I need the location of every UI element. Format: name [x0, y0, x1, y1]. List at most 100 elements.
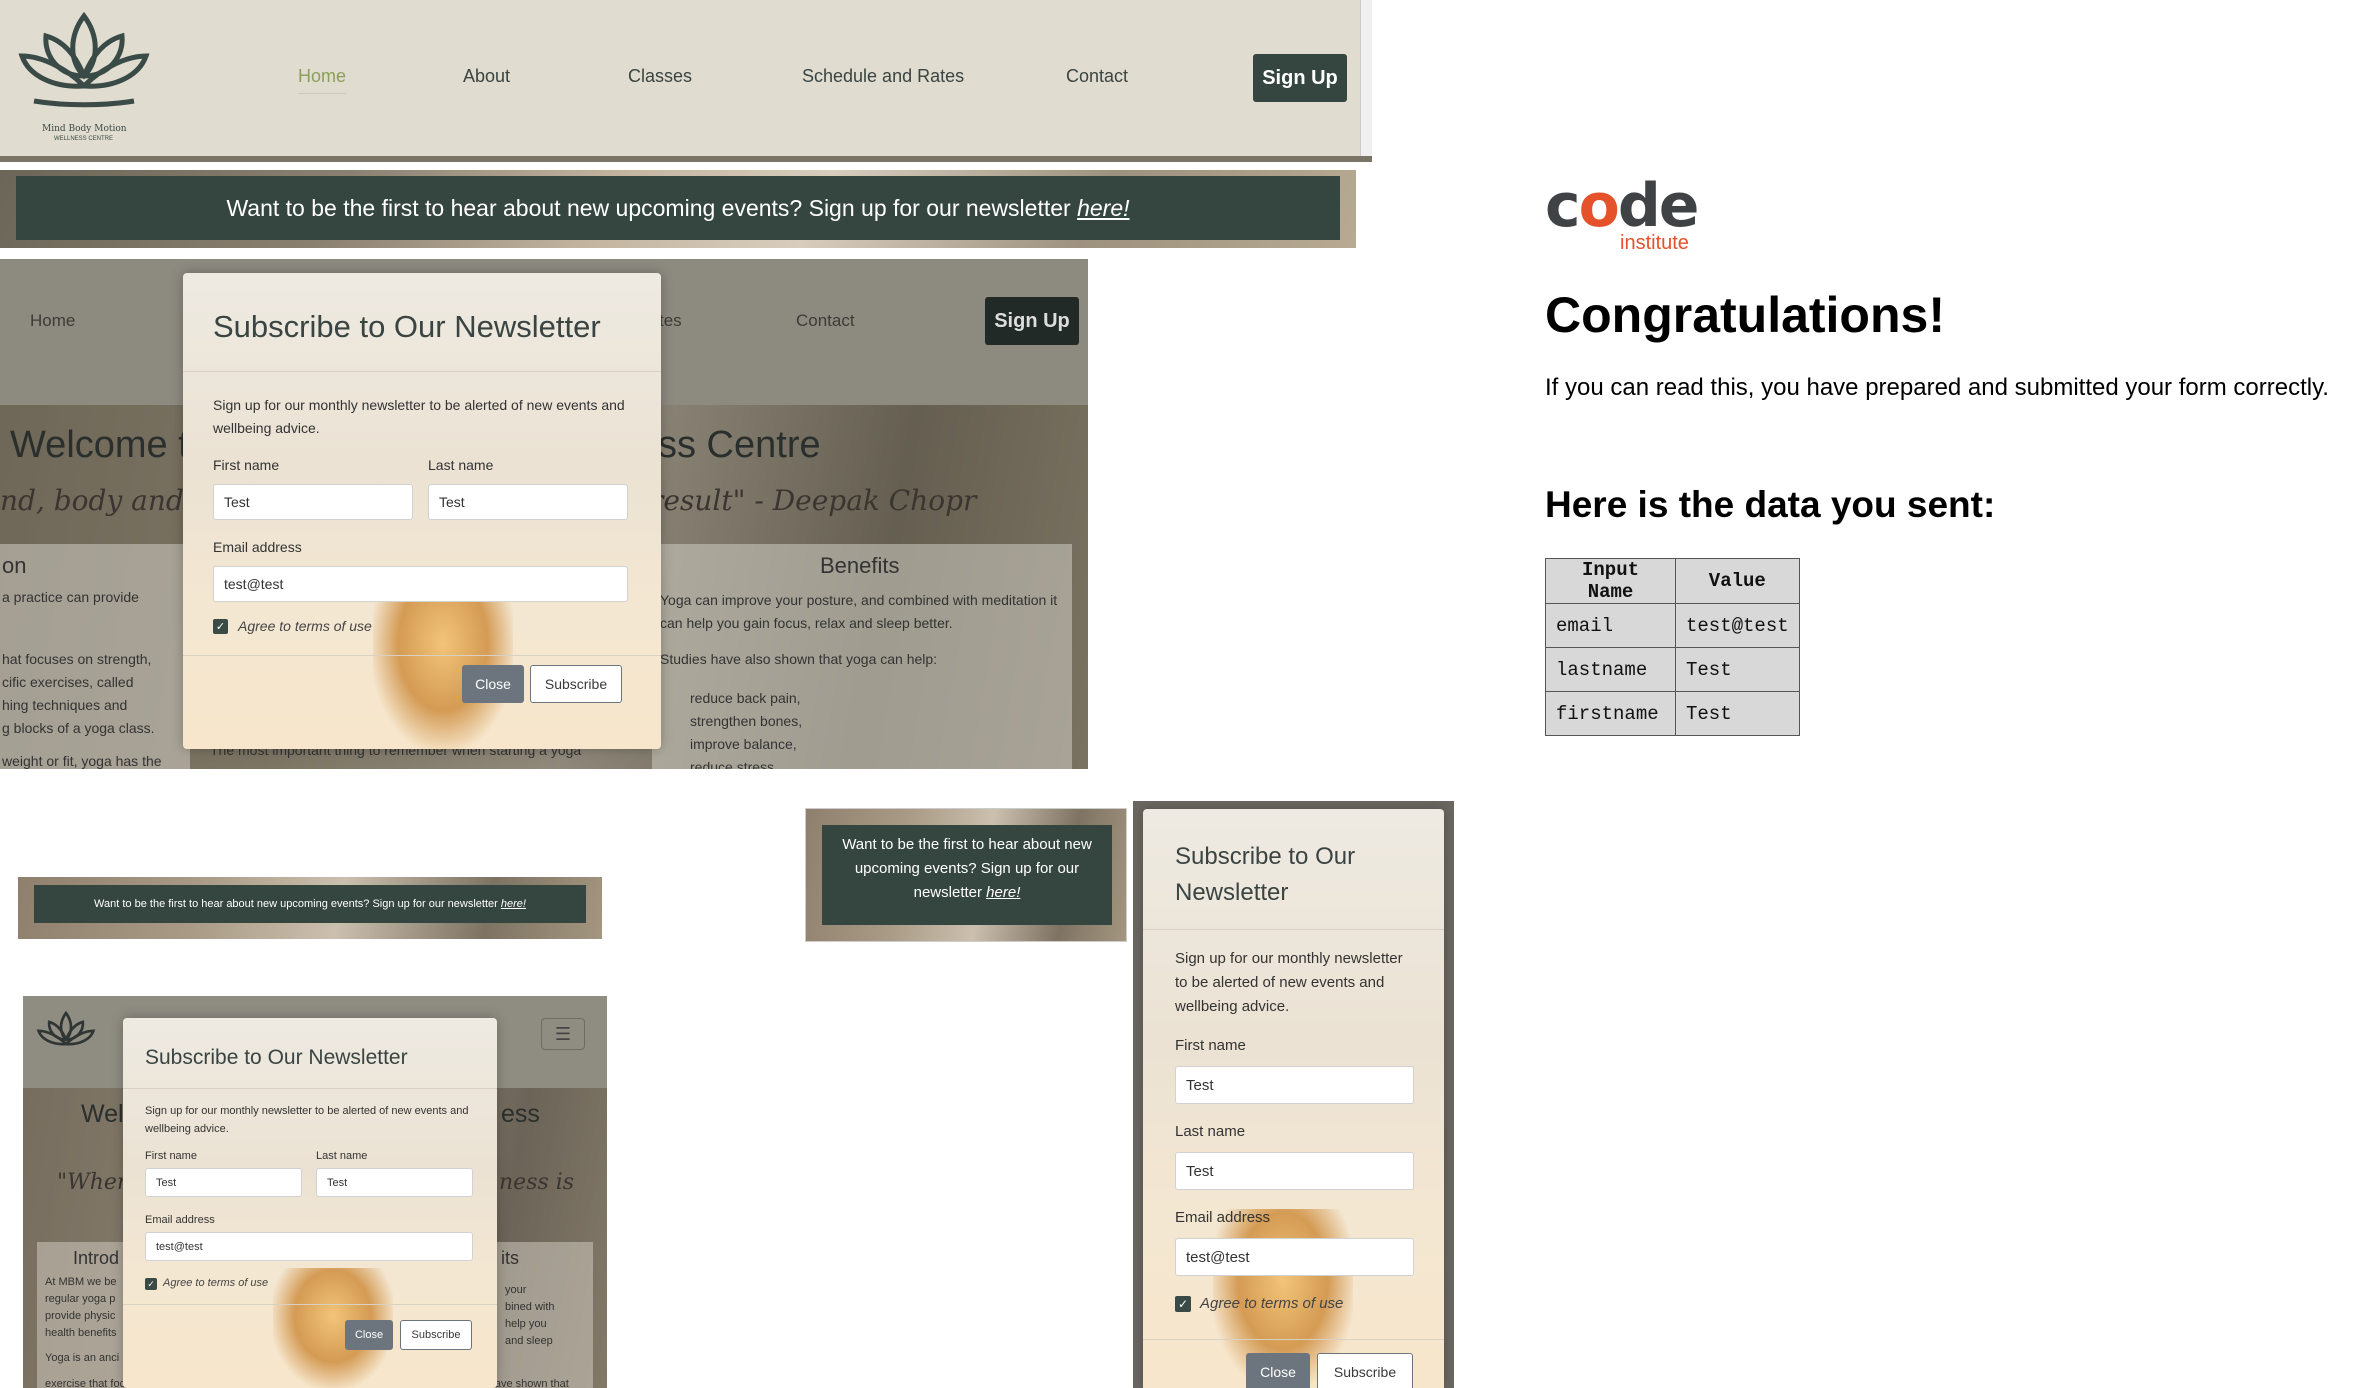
sm-intro-p-2: regular yoga p [45, 1293, 116, 1305]
table-row: firstname Test [1545, 691, 1800, 736]
first-name-label-small: First name [145, 1150, 197, 1162]
bg-nav-home: Home [30, 311, 76, 330]
close-button-small[interactable]: Close [345, 1320, 393, 1350]
modal-description-small: Sign up for our monthly newsletter to be… [145, 1105, 469, 1135]
table-cell: Test [1675, 647, 1800, 692]
bg-left-heading: on [2, 553, 27, 578]
bg-left-p1: a practice can provide [2, 589, 139, 605]
logo-subtext: WELLNESS CENTRE [54, 136, 114, 142]
bg-left-p2c: hing techniques and [2, 697, 128, 713]
sm-ben-line-3: help you [505, 1318, 547, 1330]
email-input-small[interactable]: test@test [145, 1232, 473, 1261]
modal-description-mobile: Sign up for our monthly newsletter to be… [1175, 950, 1403, 1015]
banner-mobile-link[interactable]: here! [986, 884, 1020, 901]
last-name-input[interactable]: Test [428, 484, 628, 520]
terms-label-small: Agree to terms of use [163, 1277, 269, 1289]
table-header: Input Name [1545, 558, 1676, 604]
close-button[interactable]: Close [462, 665, 524, 703]
terms-checkbox-small[interactable]: ✓ [145, 1278, 157, 1290]
mobile-banner-screenshot: Want to be the first to hear about new u… [805, 808, 1127, 942]
ci-logo-code: code [1545, 171, 1699, 241]
sm-ben-line-1: your [505, 1284, 527, 1296]
newsletter-modal-small: Subscribe to Our Newsletter Sign up for … [123, 1018, 497, 1388]
bg-benefits-li1: reduce back pain, [690, 690, 801, 706]
sm-intro-p-1: At MBM we be [45, 1276, 117, 1288]
last-name-input-mobile[interactable]: Test [1175, 1152, 1414, 1190]
tablet-modal-screenshot: ☰ Wel ess "When y ness is Introd At MBM … [23, 996, 607, 1388]
nav-contact[interactable]: Contact [1066, 66, 1128, 87]
bg-benefits-li3: improve balance, [690, 736, 797, 752]
bg-left-p2b: cific exercises, called [2, 674, 134, 690]
sm-quote-right: ness is [499, 1170, 575, 1195]
terms-label: Agree to terms of use [238, 618, 372, 634]
bg-benefits-heading: Benefits [820, 553, 900, 578]
ci-logo-institute: institute [1620, 232, 1689, 254]
table-cell: test@test [1675, 603, 1800, 648]
last-name-input-small[interactable]: Test [316, 1168, 473, 1197]
first-name-label: First name [213, 457, 280, 473]
close-button-mobile[interactable]: Close [1246, 1353, 1310, 1388]
hamburger-menu-icon[interactable]: ☰ [541, 1018, 585, 1050]
sm-welcome-right: ess [501, 1100, 540, 1128]
nav-schedule[interactable]: Schedule and Rates [802, 66, 964, 87]
first-name-input-small[interactable]: Test [145, 1168, 302, 1197]
bg-signup: Sign Up [985, 297, 1079, 345]
table-row: lastname Test [1545, 647, 1800, 692]
terms-checkbox-mobile[interactable]: ✓ [1175, 1296, 1191, 1312]
subscribe-button-small[interactable]: Subscribe [400, 1320, 472, 1350]
bg-nav-contact: Contact [796, 311, 855, 330]
logo-text: Mind Body Motion [42, 124, 127, 134]
scrollbar[interactable] [1360, 0, 1372, 156]
sm-welcome-left: Wel [81, 1100, 124, 1128]
newsletter-modal-mobile: Subscribe to Our Newsletter Sign up for … [1143, 809, 1444, 1388]
sm-intro-p2: Yoga is an anci [45, 1352, 120, 1364]
banner-mobile-text: Want to be the first to hear about new u… [842, 836, 1092, 901]
banner-text: Want to be the first to hear about new u… [226, 194, 1078, 221]
ci-message: If you can read this, you have prepared … [1545, 374, 2329, 401]
bg-benefits-li2: strengthen bones, [690, 713, 803, 729]
mobile-modal-screenshot: Subscribe to Our Newsletter Sign up for … [1133, 801, 1454, 1388]
subscribe-button[interactable]: Subscribe [530, 665, 622, 703]
last-name-label-small: Last name [316, 1150, 368, 1162]
bg-benefits-p2: Studies have also shown that yoga can he… [660, 651, 938, 667]
email-label-small: Email address [145, 1214, 215, 1226]
subscribe-button-mobile[interactable]: Subscribe [1317, 1353, 1413, 1388]
bg-benefits-p1: Yoga can improve your posture, and combi… [660, 592, 1058, 631]
table-cell: lastname [1545, 647, 1676, 692]
lotus-logo-icon [18, 11, 150, 108]
modal-title-small: Subscribe to Our Newsletter [145, 1046, 408, 1069]
sm-intro-heading: Introd [73, 1248, 120, 1268]
sm-ben-line-4: and sleep [505, 1335, 553, 1347]
bg-nav-classes: tes [659, 311, 682, 330]
email-label-mobile: Email address [1175, 1209, 1271, 1226]
nav-about[interactable]: About [463, 66, 510, 87]
bg-welcome-left: Welcome t [10, 424, 189, 466]
terms-label-mobile: Agree to terms of use [1200, 1295, 1344, 1312]
ci-data-table: Input Name Value email test@test lastnam… [1545, 558, 1800, 736]
terms-checkbox[interactable]: ✓ [213, 619, 228, 634]
nav-home[interactable]: Home [298, 66, 347, 94]
banner-small-text: Want to be the first to hear about new u… [94, 898, 501, 910]
modal-title: Subscribe to Our Newsletter [213, 309, 601, 344]
banner-link[interactable]: here! [1077, 195, 1129, 222]
email-input[interactable]: test@test [213, 566, 628, 602]
email-input-mobile[interactable]: test@test [1175, 1238, 1414, 1276]
logo[interactable]: Mind Body Motion WELLNESS CENTRE [14, 6, 154, 148]
nav-classes[interactable]: Classes [628, 66, 692, 87]
modal-title-mobile-l2: Newsletter [1175, 879, 1289, 906]
newsletter-banner-mobile: Want to be the first to hear about new u… [822, 825, 1112, 925]
small-logo-icon [36, 1010, 96, 1046]
desktop-modal-screenshot: Home tes Contact Sign Up Welcome t ss Ce… [0, 259, 1088, 769]
first-name-input[interactable]: Test [213, 484, 413, 520]
ci-heading: Congratulations! [1545, 287, 1945, 343]
table-header: Value [1675, 558, 1800, 604]
first-name-input-mobile[interactable]: Test [1175, 1066, 1414, 1104]
modal-description: Sign up for our monthly newsletter to be… [213, 397, 625, 436]
desktop-banner-strip: Want to be the first to hear about new u… [0, 170, 1356, 248]
signup-button[interactable]: Sign Up [1253, 54, 1347, 102]
banner-small-link[interactable]: here! [501, 898, 526, 910]
sm-ben-line-2: bined with [505, 1301, 555, 1313]
table-header-row: Input Name Value [1545, 558, 1800, 604]
last-name-label-mobile: Last name [1175, 1123, 1246, 1140]
table-cell: Test [1675, 691, 1800, 736]
